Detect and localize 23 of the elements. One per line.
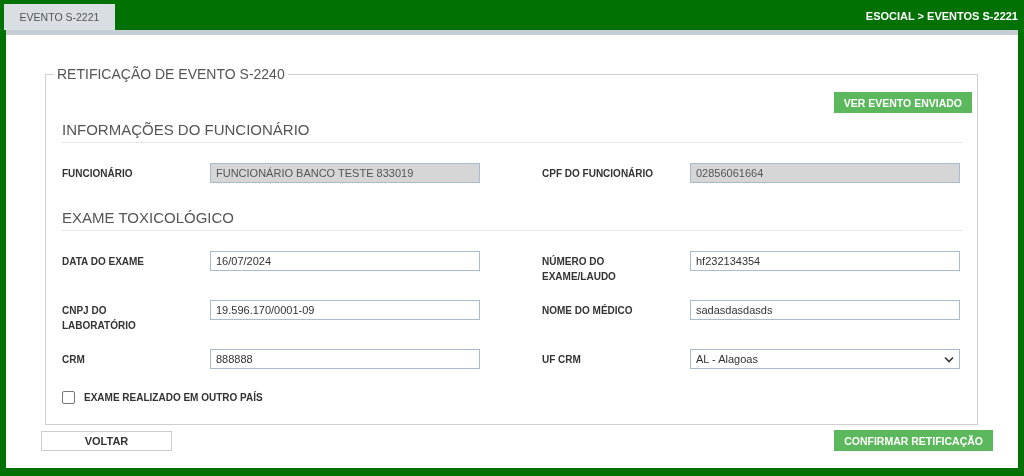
dropdown[interactable]: AL - Alagoas bbox=[690, 349, 960, 369]
input-field[interactable]: 888888 bbox=[210, 349, 480, 369]
field-label: CPF DO FUNCIONÁRIO bbox=[542, 166, 655, 181]
chevron-down-icon bbox=[944, 355, 954, 363]
form-legend: RETIFICAÇÃO DE EVENTO S-2240 bbox=[54, 66, 288, 82]
checkbox-label: EXAME REALIZADO EM OUTRO PAÍS bbox=[84, 392, 263, 403]
input-field[interactable]: sadasdasdasds bbox=[690, 300, 960, 320]
tab[interactable]: EVENTO S-2221 bbox=[4, 4, 115, 30]
back-button[interactable]: VOLTAR bbox=[41, 430, 172, 451]
breadcrumb: ESOCIAL > EVENTOS S-2221 bbox=[865, 9, 1018, 22]
field-label: UF CRM bbox=[542, 353, 582, 367]
field-label: FUNCIONÁRIO bbox=[62, 166, 134, 181]
field-label: CNPJ DO LABORATÓRIO bbox=[62, 304, 137, 333]
field-label: NÚMERO DO EXAME/LAUDO bbox=[542, 254, 617, 284]
field-label: CRM bbox=[62, 353, 86, 367]
section-title: INFORMAÇÕES DO FUNCIONÁRIO bbox=[62, 121, 310, 138]
field-label: NOME DO MÉDICO bbox=[542, 303, 634, 318]
input-field[interactable]: 16/07/2024 bbox=[210, 251, 480, 271]
checkbox[interactable] bbox=[62, 391, 75, 404]
section-title: EXAME TOXICOLÓGICO bbox=[62, 209, 234, 226]
field-label: DATA DO EXAME bbox=[62, 255, 146, 269]
input-field[interactable]: 19.596.170/0001-09 bbox=[210, 300, 480, 320]
input-field[interactable]: hf232134354 bbox=[690, 251, 960, 271]
